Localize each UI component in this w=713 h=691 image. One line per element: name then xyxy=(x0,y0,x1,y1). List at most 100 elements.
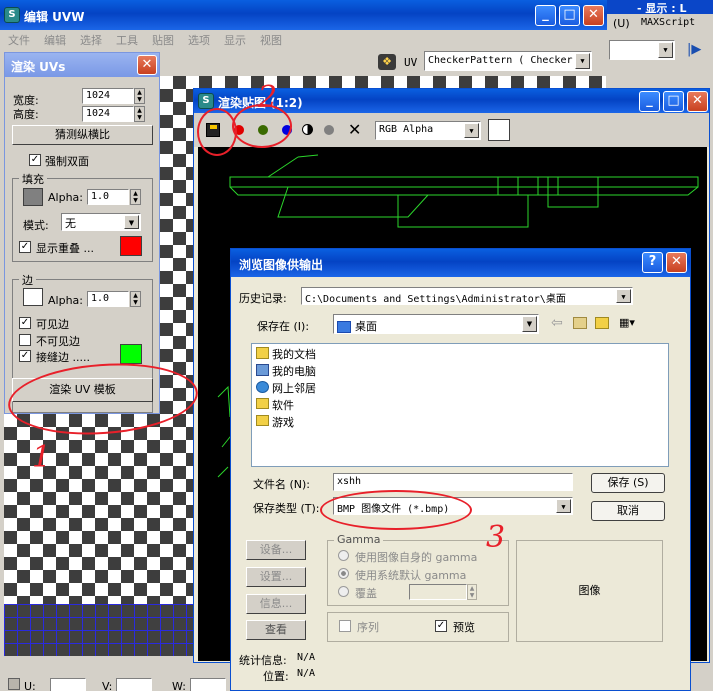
maximize-button[interactable]: □ xyxy=(663,91,684,112)
visible-edges-checkbox[interactable]: ✓ xyxy=(19,317,31,329)
info-button[interactable]: 信息... xyxy=(246,594,306,614)
preview-checkbox[interactable]: ✓ xyxy=(435,620,447,632)
app-icon: S xyxy=(198,93,214,109)
mono-icon[interactable] xyxy=(324,125,334,135)
edit-uvw-titlebar: S 编辑 UVW _ □ ✕ xyxy=(0,0,607,30)
fill-alpha-label: Alpha: xyxy=(48,191,83,204)
sequence-checkbox[interactable] xyxy=(339,620,351,632)
mirror-icon[interactable]: |▶ xyxy=(687,42,713,60)
fill-alpha-spinner[interactable]: ▲ ▼ xyxy=(130,189,141,205)
right-app-titlebar: - 显示 : L xyxy=(607,0,713,14)
right-app: - 显示 : L (U) MAXScript ▼ |▶ xyxy=(607,0,713,100)
mode-select[interactable]: 无 ▼ xyxy=(61,213,141,231)
menu-mapping[interactable]: 贴图 xyxy=(152,32,174,48)
chevron-down-icon: ▼ xyxy=(522,316,537,332)
save-in-select[interactable]: 桌面 ▼ xyxy=(333,314,539,334)
chevron-down-icon: ▼ xyxy=(124,215,139,229)
history-label: 历史记录: xyxy=(239,292,287,305)
u-field[interactable] xyxy=(50,678,86,691)
w-label: W: xyxy=(172,680,186,691)
show-overlap-checkbox[interactable]: ✓ xyxy=(19,241,31,253)
history-select[interactable]: C:\Documents and Settings\Administrator\… xyxy=(301,287,633,305)
seam-edges-checkbox[interactable]: ✓ xyxy=(19,350,31,362)
invisible-edges-checkbox[interactable] xyxy=(19,334,31,346)
filename-field[interactable]: xshh xyxy=(333,473,573,491)
channel-select[interactable]: RGB Alpha ▼ xyxy=(375,121,481,140)
alpha-toggle-icon[interactable] xyxy=(302,124,313,135)
view-button[interactable]: 查看 xyxy=(246,620,306,640)
save-button[interactable]: 保存 (S) xyxy=(591,473,665,493)
up-folder-icon[interactable] xyxy=(573,317,587,329)
lock-icon[interactable] xyxy=(8,678,20,690)
back-icon[interactable]: ⇦ xyxy=(551,315,563,331)
fill-alpha-field[interactable]: 1.0 xyxy=(87,189,129,205)
setup-button[interactable]: 设备... xyxy=(246,540,306,560)
minimize-button[interactable]: _ xyxy=(639,91,660,112)
render-uvs-titlebar: 渲染 UVs ✕ xyxy=(5,53,159,77)
edge-alpha-field[interactable]: 1.0 xyxy=(87,291,129,307)
width-spinner[interactable]: ▲ ▼ xyxy=(134,88,145,104)
file-list[interactable]: 我的文档 我的电脑 网上邻居 软件 游戏 xyxy=(251,343,669,467)
clear-icon[interactable]: ✕ xyxy=(348,120,361,139)
menu-options[interactable]: 选项 xyxy=(188,32,210,48)
menu-select[interactable]: 选择 xyxy=(80,32,102,48)
save-dialog: 浏览图像供输出 ? ✕ 历史记录: C:\Documents and Setti… xyxy=(230,248,691,691)
menu-tools[interactable]: 工具 xyxy=(116,32,138,48)
mode-label: 模式: xyxy=(23,219,49,232)
guess-aspect-button[interactable]: 猜测纵横比 xyxy=(12,125,153,145)
network-places-icon xyxy=(256,381,269,393)
gamma-spinner[interactable]: ▲ ▼ xyxy=(467,584,477,600)
gamma-own-radio[interactable] xyxy=(338,550,349,561)
chevron-down-icon: ▼ xyxy=(556,499,571,513)
minimize-button[interactable]: _ xyxy=(535,5,556,26)
v-field[interactable] xyxy=(116,678,152,691)
new-folder-icon[interactable] xyxy=(595,317,609,329)
height-spinner[interactable]: ▲ ▼ xyxy=(134,106,145,122)
view-menu-icon[interactable]: ▦▾ xyxy=(619,316,641,330)
gamma-override-radio[interactable] xyxy=(338,586,349,597)
cancel-button[interactable]: 取消 xyxy=(591,501,665,521)
menu-view[interactable]: 视图 xyxy=(260,32,282,48)
background-color-swatch[interactable] xyxy=(488,119,510,141)
gamma-own-label: 使用图像自身的 gamma xyxy=(355,551,478,564)
gamma-override-label: 覆盖 xyxy=(355,587,377,600)
w-field[interactable] xyxy=(190,678,226,691)
texture-select[interactable]: CheckerPattern ( Checker ▼ xyxy=(424,51,592,71)
preview-label: 预览 xyxy=(453,621,475,634)
close-button[interactable]: ✕ xyxy=(583,5,604,26)
height-field[interactable]: 1024 xyxy=(82,106,134,122)
close-button[interactable]: ✕ xyxy=(687,91,708,112)
close-button[interactable]: ✕ xyxy=(666,252,687,273)
right-app-menu: (U) MAXScript xyxy=(607,15,713,33)
menu-display[interactable]: 显示 xyxy=(224,32,246,48)
menu-edit[interactable]: 编辑 xyxy=(44,32,66,48)
maximize-button[interactable]: □ xyxy=(559,5,580,26)
chevron-down-icon: ▼ xyxy=(575,53,590,69)
sequence-label: 序列 xyxy=(357,621,379,634)
overlap-color-swatch[interactable] xyxy=(120,236,142,256)
force-2sided-checkbox[interactable]: ✓ xyxy=(29,154,41,166)
menu-maxscript[interactable]: MAXScript xyxy=(641,17,695,28)
edge-color-swatch[interactable] xyxy=(23,288,43,306)
right-app-dropdown[interactable]: ▼ xyxy=(609,40,675,60)
seam-color-swatch[interactable] xyxy=(120,344,142,364)
edge-alpha-spinner[interactable]: ▲ ▼ xyxy=(130,291,141,307)
close-button[interactable]: ✕ xyxy=(137,55,157,75)
settings-button[interactable]: 设置... xyxy=(246,567,306,587)
image-preview: 图像 xyxy=(516,540,663,642)
chevron-down-icon: ▼ xyxy=(464,123,479,138)
annotation-circle-filetype xyxy=(320,490,472,530)
gamma-override-field[interactable] xyxy=(409,584,467,600)
location-label: 位置: xyxy=(263,670,289,683)
filename-label: 文件名 (N): xyxy=(253,478,311,491)
uv-texture-icon[interactable]: ❖ xyxy=(378,54,396,70)
help-button[interactable]: ? xyxy=(642,252,663,273)
gamma-default-label: 使用系统默认 gamma xyxy=(355,569,467,582)
gamma-default-radio[interactable] xyxy=(338,568,349,579)
fill-color-swatch[interactable] xyxy=(23,188,43,206)
save-dialog-title: 浏览图像供输出 xyxy=(239,258,324,272)
menu-file[interactable]: 文件 xyxy=(8,32,30,48)
menu-u[interactable]: (U) xyxy=(613,17,630,30)
width-field[interactable]: 1024 xyxy=(82,88,134,104)
u-label: U: xyxy=(24,680,36,691)
